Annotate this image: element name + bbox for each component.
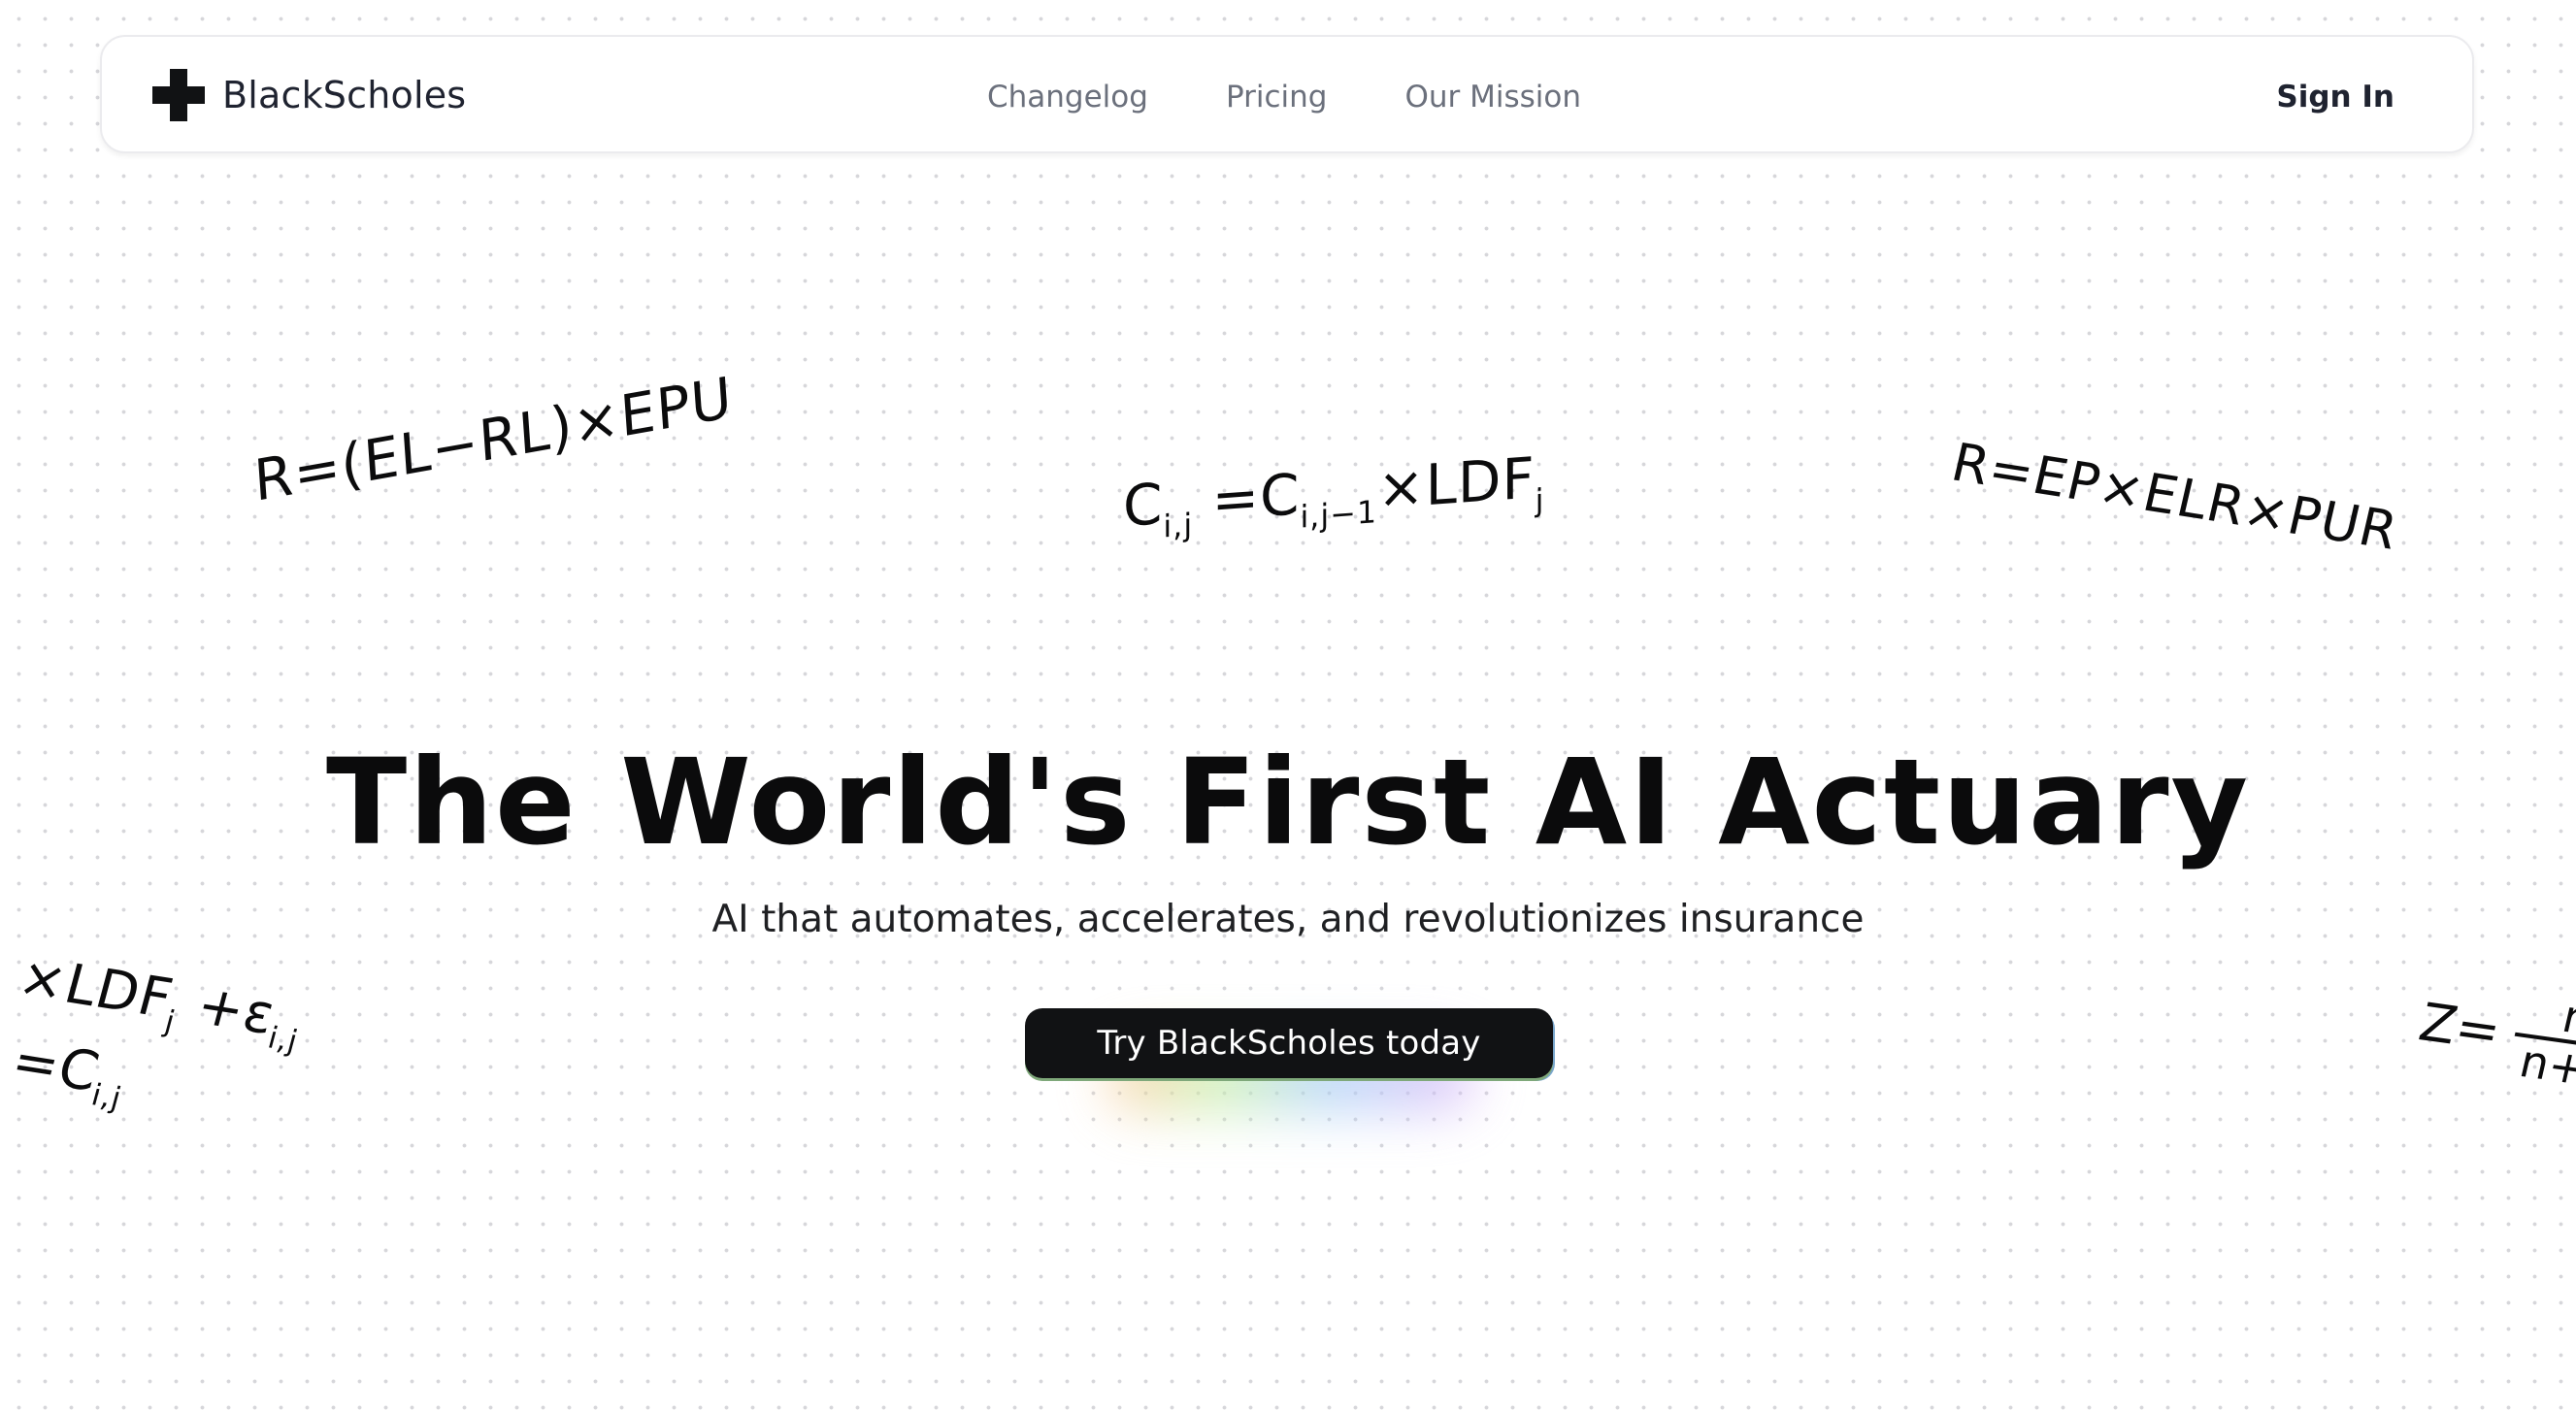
brand-logo-icon — [152, 69, 205, 121]
fraction-denominator: n+k — [2515, 1034, 2576, 1099]
hero-title: The World's First AI Actuary — [325, 734, 2251, 871]
main-nav: Changelog Pricing Our Mission — [987, 74, 1581, 120]
top-navbar: BlackScholes Changelog Pricing Our Missi… — [100, 35, 2474, 153]
formula-credibility: Z= n n+k — [2410, 973, 2576, 1099]
nav-link-changelog[interactable]: Changelog — [987, 80, 1148, 115]
fraction-numerator: n — [2558, 990, 2576, 1045]
sign-in-link[interactable]: Sign In — [2276, 74, 2394, 120]
formula-cij: =Ci,j — [5, 1029, 126, 1117]
brand-name: BlackScholes — [222, 74, 467, 116]
nav-link-pricing[interactable]: Pricing — [1226, 80, 1328, 115]
formula-credibility-lhs: Z= — [2413, 991, 2507, 1063]
formula-reserve-epu: R=(EL−RL)×EPU — [251, 364, 735, 515]
nav-link-our-mission[interactable]: Our Mission — [1404, 80, 1581, 115]
brand-home-link[interactable]: BlackScholes — [150, 68, 466, 122]
hero-subtitle: AI that automates, accelerates, and revo… — [711, 898, 1865, 941]
formula-credibility-fraction: n n+k — [2504, 987, 2576, 1099]
formula-reserve-pur: R=EP×ELR×PUR — [1945, 431, 2404, 562]
formula-chain-ladder: Ci,j =Ci,j−1×LDFj — [1123, 444, 1545, 545]
try-blackscholes-button[interactable]: Try BlackScholes today — [1025, 1008, 1553, 1078]
